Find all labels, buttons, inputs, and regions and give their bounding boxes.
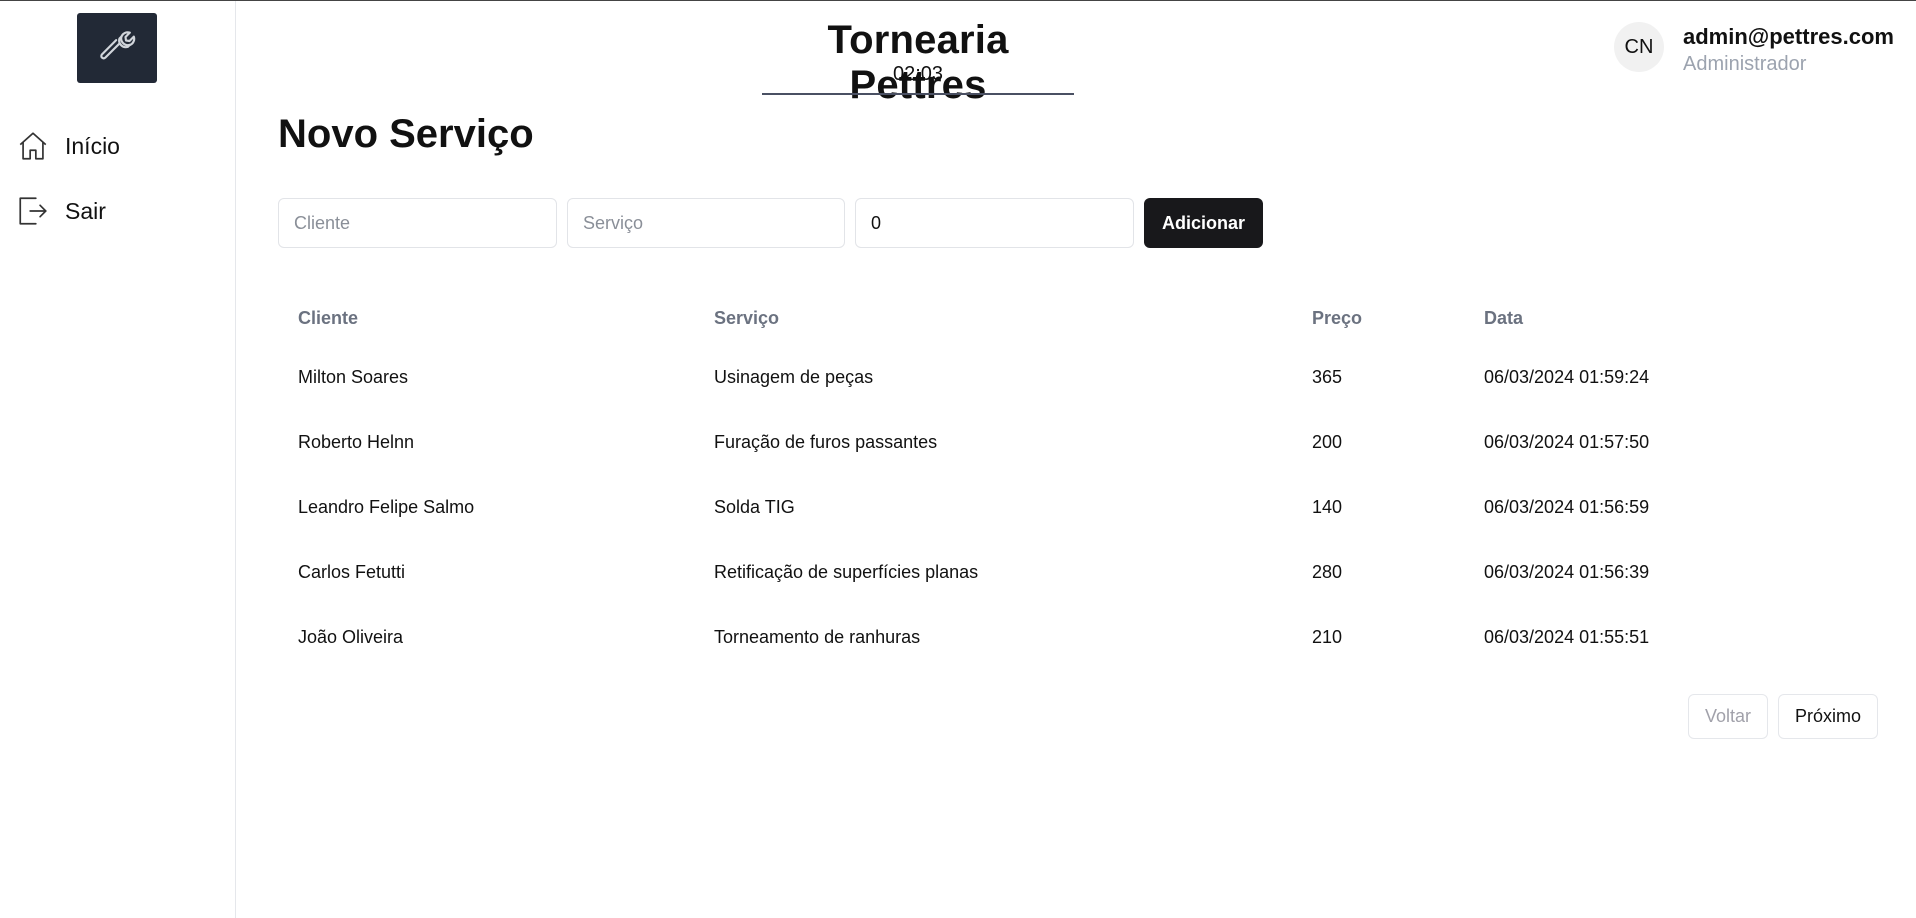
table-row[interactable]: João Oliveira Torneamento de ranhuras 21… [278, 605, 1878, 670]
cell-servico: Retificação de superfícies planas [714, 562, 979, 582]
app-logo[interactable] [77, 13, 157, 83]
cell-cliente: Leandro Felipe Salmo [298, 497, 475, 517]
cell-preco: 210 [1312, 627, 1343, 647]
column-header-servico[interactable]: Serviço [714, 308, 779, 329]
cell-cliente: Milton Soares [298, 367, 409, 387]
home-icon [16, 129, 50, 163]
cell-data: 06/03/2024 01:56:39 [1484, 562, 1650, 582]
cell-data: 06/03/2024 01:55:51 [1484, 627, 1650, 647]
price-input[interactable] [855, 198, 1134, 248]
cell-preco: 140 [1312, 497, 1343, 517]
table-row[interactable]: Leandro Felipe Salmo Solda TIG 140 06/03… [278, 475, 1878, 540]
sidebar: Início Sair [0, 1, 236, 918]
sidebar-item-label: Sair [65, 197, 106, 224]
cell-servico: Furação de furos passantes [714, 432, 938, 452]
cell-cliente: João Oliveira [298, 627, 404, 647]
column-header-cliente[interactable]: Cliente [298, 308, 358, 329]
cell-data: 06/03/2024 01:59:24 [1484, 367, 1650, 387]
page-title: Novo Serviço [278, 112, 534, 156]
user-email: admin@pettres.com [1683, 24, 1894, 49]
clock: 02:03 [892, 63, 944, 85]
title-underline [762, 93, 1074, 95]
wrench-icon [97, 26, 137, 71]
column-header-preco[interactable]: Preço [1312, 308, 1362, 329]
service-input[interactable] [567, 198, 845, 248]
table-row[interactable]: Milton Soares Usinagem de peças 365 06/0… [278, 345, 1878, 410]
logout-icon [16, 194, 50, 228]
cell-preco: 365 [1312, 367, 1343, 387]
previous-page-button[interactable]: Voltar [1688, 694, 1768, 739]
client-input[interactable] [278, 198, 557, 248]
add-button[interactable]: Adicionar [1144, 198, 1263, 248]
cell-servico: Solda TIG [714, 497, 795, 517]
table-row[interactable]: Carlos Fetutti Retificação de superfície… [278, 540, 1878, 605]
sidebar-item-inicio[interactable]: Início [16, 129, 120, 163]
cell-servico: Usinagem de peças [714, 367, 874, 387]
avatar[interactable]: CN [1614, 22, 1664, 72]
cell-preco: 280 [1312, 562, 1343, 582]
sidebar-item-sair[interactable]: Sair [16, 194, 106, 228]
cell-cliente: Carlos Fetutti [298, 562, 406, 582]
table-row[interactable]: Roberto Helnn Furação de furos passantes… [278, 410, 1878, 475]
cell-preco: 200 [1312, 432, 1343, 452]
window-top-border [0, 0, 1916, 1]
cell-data: 06/03/2024 01:57:50 [1484, 432, 1650, 452]
cell-servico: Torneamento de ranhuras [714, 627, 921, 647]
cell-cliente: Roberto Helnn [298, 432, 415, 452]
sidebar-item-label: Início [65, 132, 120, 159]
column-header-data[interactable]: Data [1484, 308, 1523, 329]
cell-data: 06/03/2024 01:56:59 [1484, 497, 1650, 517]
user-role: Administrador [1683, 53, 1807, 75]
next-page-button[interactable]: Próximo [1778, 694, 1878, 739]
